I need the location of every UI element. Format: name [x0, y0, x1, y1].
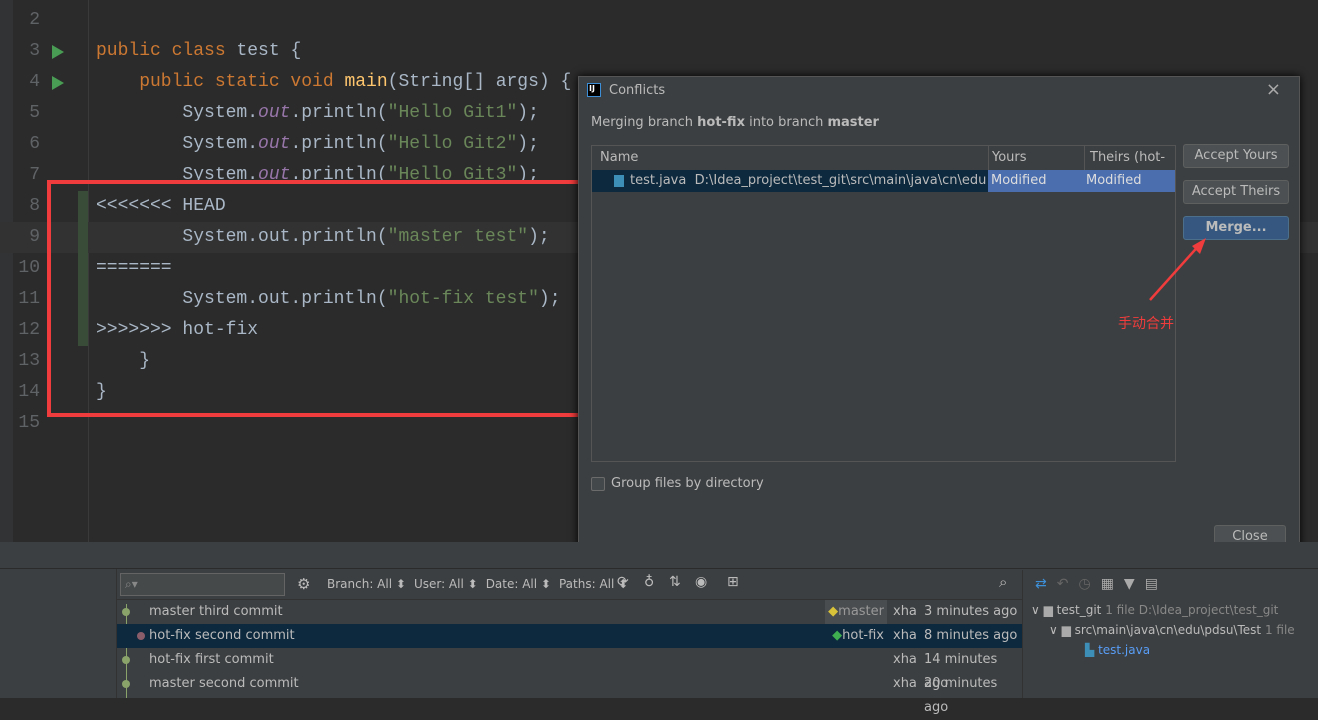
run-icon[interactable]	[52, 76, 64, 90]
code-text: public class test {	[96, 41, 302, 61]
column-name[interactable]: Name	[592, 146, 989, 170]
diff-icon[interactable]: ⇄	[1035, 576, 1057, 592]
code-text: public static void main(String[] args) {	[96, 72, 572, 92]
intellij-logo-icon: IJ	[587, 83, 601, 97]
group-files-checkbox[interactable]	[591, 477, 605, 491]
gear-icon[interactable]: ⚙	[297, 575, 310, 593]
line-number: 9	[29, 227, 40, 247]
yours-status: Modified	[991, 173, 1047, 188]
commit-author: xha	[893, 604, 917, 619]
line-number: 12	[18, 320, 40, 340]
graph-node	[137, 632, 145, 640]
new-tab-icon[interactable]: ⊞	[727, 574, 739, 590]
annotation-box	[47, 180, 593, 417]
line-number: 13	[18, 351, 40, 371]
line-number: 7	[29, 165, 40, 185]
commit-message: hot-fix second commit	[149, 628, 295, 643]
code-text: System.out.println("Hello Git1");	[96, 103, 539, 123]
close-icon[interactable]: ×	[1266, 79, 1281, 100]
line-number: 8	[29, 196, 40, 216]
commit-row[interactable]: master third commit ◆master xha 3 minutes a…	[117, 600, 1022, 624]
git-log-panel: ⌕▾ ⚙ Branch: All ⬍ User: All ⬍ Date: All ⬍…	[0, 542, 1318, 715]
revert-icon[interactable]: ↶	[1057, 576, 1079, 592]
file-name: test.java	[630, 173, 687, 188]
commit-author: xha	[893, 676, 917, 691]
branch-tag: ◆hot-fix	[832, 628, 884, 643]
code-line[interactable]: 2	[0, 5, 1318, 36]
dialog-title: Conflicts	[609, 83, 666, 98]
conflicts-table: Name Yours (master) Theirs (hot-fix) tes…	[591, 145, 1176, 462]
commit-time: 8 minutes ago	[924, 628, 1018, 643]
theirs-status: Modified	[1086, 173, 1142, 188]
tree-file[interactable]: ▙ test.java	[1085, 643, 1150, 657]
code-line[interactable]: 3 public class test {	[0, 36, 1318, 67]
annotation-arrow	[1149, 238, 1206, 301]
commit-time: 3 minutes ago	[924, 604, 1018, 619]
branch-tag: ◆master	[825, 600, 887, 624]
filter-dropdown[interactable]: Date: All ⬍	[486, 577, 551, 591]
search-input[interactable]: ⌕▾	[120, 573, 285, 596]
search-icon[interactable]: ⌕	[999, 573, 1007, 591]
line-number: 4	[29, 72, 40, 92]
column-theirs[interactable]: Theirs (hot-fix)	[1085, 146, 1177, 189]
filter-dropdown[interactable]: Branch: All ⬍	[327, 577, 406, 591]
line-number: 5	[29, 103, 40, 123]
changes-pane: ⇄↶◷▦▼▤ ∨ ▆ test_git 1 file D:\Idea_proje…	[1022, 570, 1318, 698]
accept-theirs-button[interactable]: Accept Theirs	[1183, 180, 1289, 204]
accept-yours-button[interactable]: Accept Yours	[1183, 144, 1289, 168]
java-file-icon	[614, 175, 624, 187]
eye-icon[interactable]: ◉	[695, 574, 707, 590]
run-icon[interactable]	[52, 45, 64, 59]
line-number: 11	[18, 289, 40, 309]
line-number: 6	[29, 134, 40, 154]
column-yours[interactable]: Yours (master)	[989, 146, 1085, 189]
tree-dir[interactable]: ∨ ▆ src\main\java\cn\edu\pdsu\Test 1 fil…	[1049, 623, 1295, 637]
group-files-label: Group files by directory	[611, 476, 764, 491]
branches-pane	[0, 569, 117, 698]
graph-node	[122, 608, 130, 616]
history-icon[interactable]: ◷	[1078, 576, 1100, 592]
line-number: 15	[18, 413, 40, 433]
refresh-icon[interactable]: ⟳	[617, 574, 629, 590]
filter-dropdown[interactable]: User: All ⬍	[414, 577, 478, 591]
line-number: 14	[18, 382, 40, 402]
commit-row[interactable]: hot-fix first commit xha 14 minutes ago	[117, 648, 1022, 691]
line-number: 3	[29, 41, 40, 61]
annotation-label: 手动合并	[1118, 316, 1174, 332]
graph-node	[122, 680, 130, 688]
filter-icon[interactable]: ▼	[1124, 576, 1145, 592]
line-number: 2	[29, 10, 40, 30]
tag-icon: ◆	[832, 628, 843, 643]
graph-node	[122, 656, 130, 664]
commit-row[interactable]: hot-fix second commit ◆hot-fix xha 8 minute…	[117, 624, 1022, 648]
commit-author: xha	[893, 628, 917, 643]
commit-author: xha	[893, 652, 917, 667]
merge-message: Merging branch hot-fix into branch maste…	[591, 115, 879, 130]
line-number: 10	[18, 258, 40, 278]
commit-row[interactable]: master second commit xha 20 minutes ago	[117, 672, 1022, 715]
conflicts-dialog: IJ Conflicts × Merging branch hot-fix in…	[578, 76, 1300, 560]
cherry-pick-icon[interactable]: ♁	[644, 574, 654, 590]
commit-message: master third commit	[149, 604, 283, 619]
table-row[interactable]: test.java D:\Idea_project\test_git\src\m…	[592, 170, 1175, 192]
file-path: D:\Idea_project\test_git\src\main\java\c…	[694, 173, 986, 188]
log-toolbar: ⌕▾ ⚙ Branch: All ⬍ User: All ⬍ Date: All ⬍…	[117, 570, 1022, 600]
commit-message: master second commit	[149, 676, 299, 691]
sort-icon[interactable]: ⇅	[669, 574, 681, 590]
layout-icon[interactable]: ▤	[1145, 576, 1168, 592]
commit-message: hot-fix first commit	[149, 652, 274, 667]
tree-root[interactable]: ∨ ▆ test_git 1 file D:\Idea_project\test…	[1031, 603, 1278, 617]
commit-time: 20 minutes ago	[924, 676, 998, 715]
group-icon[interactable]: ▦	[1101, 576, 1124, 592]
code-text: System.out.println("Hello Git2");	[96, 134, 539, 154]
tag-icon: ◆	[828, 604, 839, 619]
